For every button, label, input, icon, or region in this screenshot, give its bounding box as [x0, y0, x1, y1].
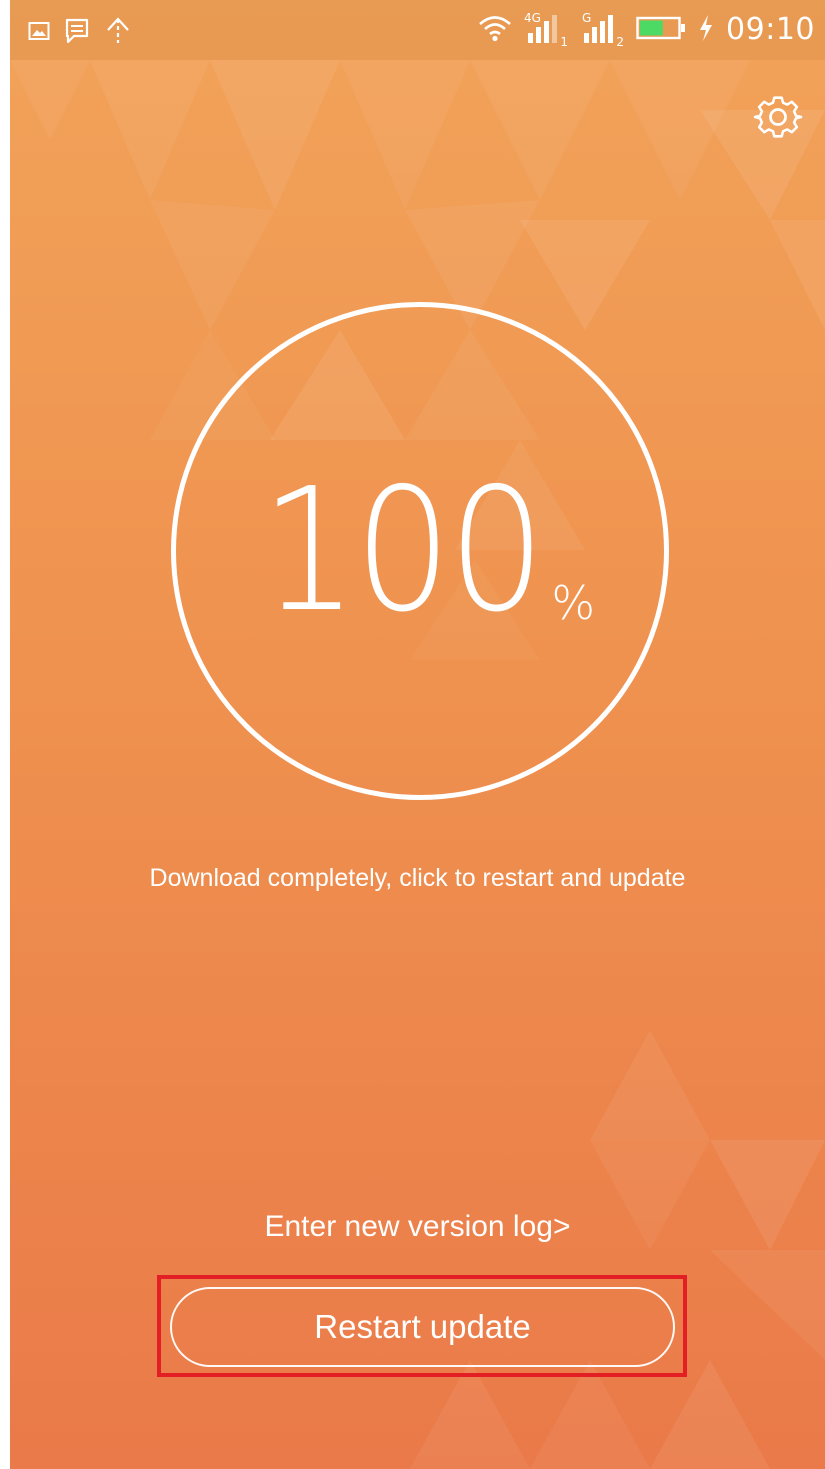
- upload-icon: [104, 16, 132, 50]
- wifi-icon: [478, 13, 512, 47]
- sim-index-label: 2: [616, 34, 625, 49]
- settings-button[interactable]: [753, 92, 803, 142]
- progress-unit: %: [551, 576, 596, 630]
- notification-icons: [28, 16, 132, 50]
- gear-icon: [753, 96, 803, 138]
- image-icon: [28, 20, 50, 46]
- sim-index-label: 1: [560, 34, 569, 49]
- status-bar: 4G 1 G 2 09:10: [10, 0, 825, 60]
- system-icons: 4G 1 G 2 09:10: [478, 11, 815, 49]
- restart-update-button[interactable]: Restart update: [170, 1287, 675, 1367]
- message-icon: [64, 17, 90, 49]
- signal-icon-sim2: G 2: [580, 11, 625, 49]
- download-status-text: Download completely, click to restart an…: [149, 864, 686, 892]
- clock: 09:10: [726, 12, 815, 47]
- battery-icon: [636, 16, 686, 44]
- signal-icon-sim1: 4G 1: [524, 11, 569, 49]
- version-log-link[interactable]: Enter new version log>: [10, 1210, 825, 1244]
- progress-display: 100 %: [171, 302, 669, 800]
- charging-icon: [698, 14, 714, 46]
- update-screen: 4G 1 G 2 09:10 100 % Download completely…: [10, 0, 825, 1469]
- progress-value: 100: [260, 452, 546, 650]
